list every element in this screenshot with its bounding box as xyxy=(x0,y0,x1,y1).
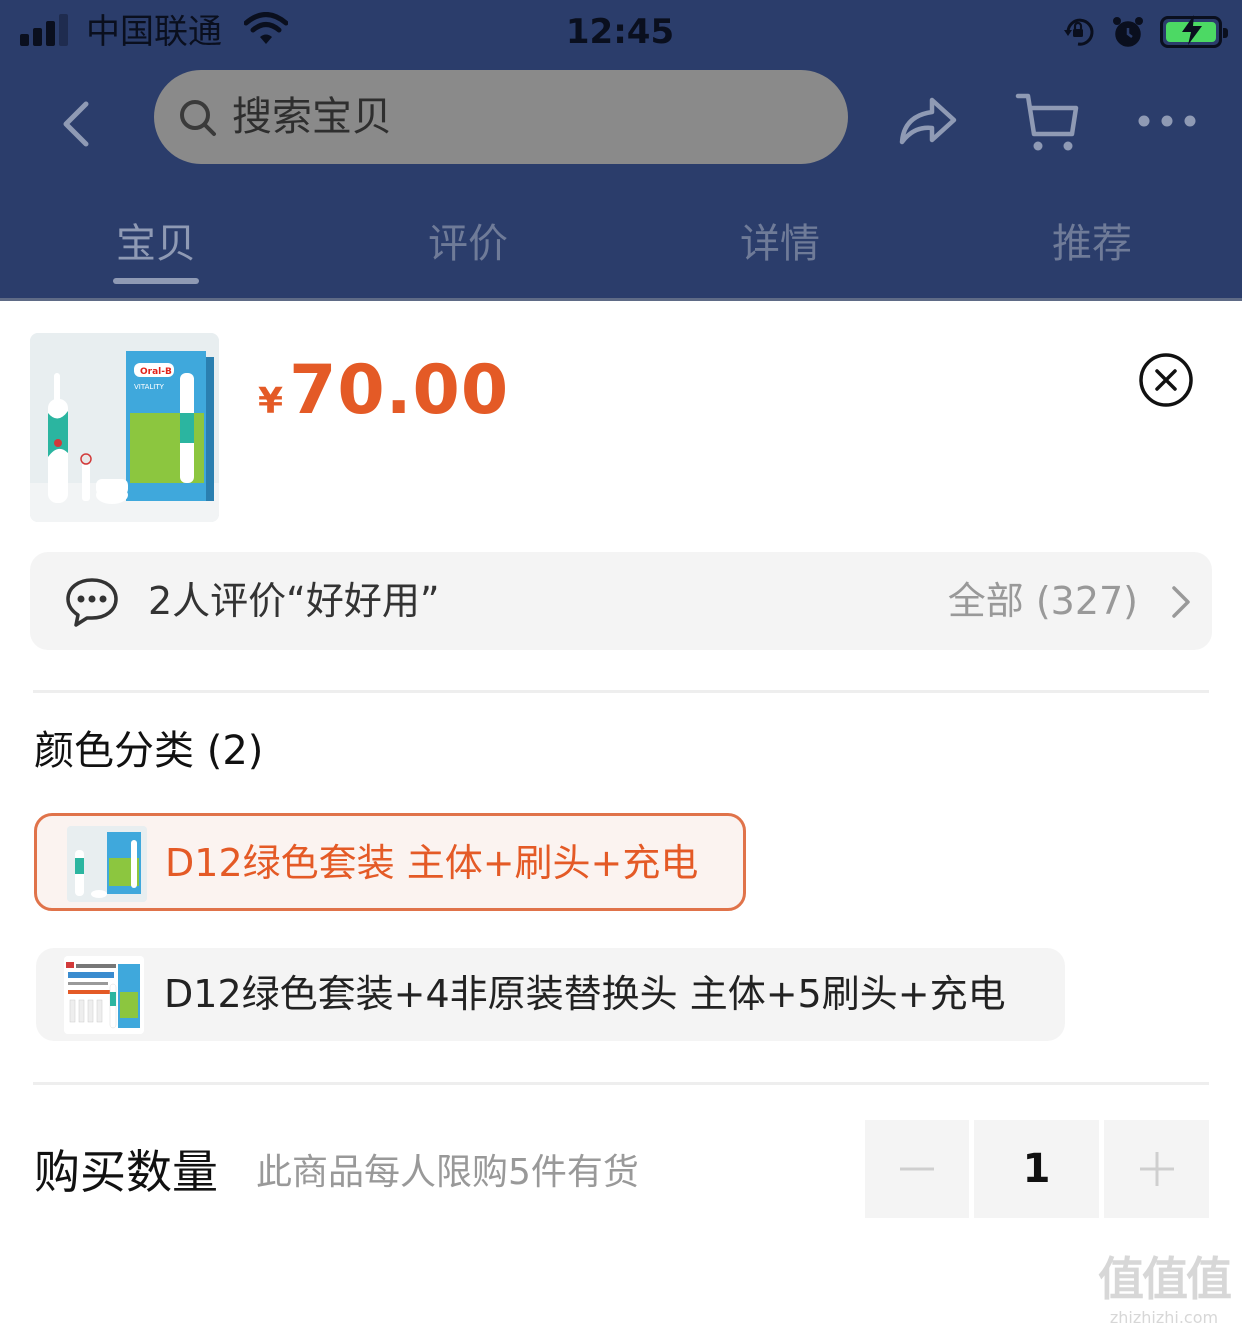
cart-icon[interactable] xyxy=(1012,86,1082,156)
product-thumbnail[interactable]: Oral-B VITALITY xyxy=(30,333,219,522)
box-brand-text: Oral-B xyxy=(140,367,172,377)
minus-icon xyxy=(900,1167,934,1171)
sku-option-thumbnail xyxy=(64,956,144,1034)
product-price: ¥70.00 xyxy=(258,351,509,430)
decrease-quantity-button[interactable] xyxy=(865,1120,969,1218)
color-section-title: 颜色分类 (2) xyxy=(34,728,264,774)
navigation-bar: 搜索宝贝 xyxy=(0,64,1242,184)
all-reviews-link[interactable]: 全部 (327) xyxy=(948,574,1138,628)
orientation-lock-icon xyxy=(1064,18,1094,46)
currency-symbol: ¥ xyxy=(258,381,284,422)
carrier-name: 中国联通 xyxy=(86,12,222,52)
chevron-right-icon xyxy=(1172,586,1190,618)
wifi-icon xyxy=(244,12,288,44)
alarm-icon xyxy=(1113,17,1143,47)
clock: 12:45 xyxy=(565,12,675,52)
increase-quantity-button[interactable] xyxy=(1104,1120,1209,1218)
quantity-stepper: 1 xyxy=(865,1120,1209,1218)
watermark-url: zhizhizhi.com xyxy=(1109,1308,1219,1327)
quantity-value[interactable]: 1 xyxy=(974,1120,1099,1218)
sku-option-label: D12绿色套装 主体+刷头+充电 xyxy=(165,841,699,885)
battery-charging-icon xyxy=(1160,15,1228,48)
share-icon[interactable] xyxy=(892,86,962,156)
more-icon[interactable] xyxy=(1132,86,1202,156)
tab-bar: 宝贝 评价 详情 推荐 xyxy=(0,200,1242,298)
search-placeholder: 搜索宝贝 xyxy=(232,94,392,140)
watermark-glyphs: 值值值 xyxy=(1098,1252,1232,1306)
quantity-limit-note: 此商品每人限购5件有货 xyxy=(256,1152,639,1193)
quantity-title: 购买数量 xyxy=(34,1145,218,1199)
back-icon[interactable] xyxy=(50,92,106,156)
tab-recommend[interactable]: 推荐 xyxy=(1012,216,1172,272)
tab-reviews[interactable]: 评价 xyxy=(388,216,548,272)
price-value: 70.00 xyxy=(289,351,510,430)
search-icon xyxy=(180,100,216,136)
sku-selection-sheet: Oral-B VITALITY ¥70.00 2人评价“好好用” 全部 (327… xyxy=(0,298,1242,1340)
header-overlay: 中国联通 12:45 搜索宝贝 宝贝 评价 详情 推荐 xyxy=(0,0,1242,298)
search-input[interactable]: 搜索宝贝 xyxy=(154,70,848,164)
comment-icon xyxy=(66,578,118,627)
divider xyxy=(33,690,1209,693)
signal-icon xyxy=(20,14,72,46)
divider xyxy=(33,1082,1209,1085)
review-summary-bar[interactable]: 2人评价“好好用” 全部 (327) xyxy=(30,552,1212,650)
sku-option-label: D12绿色套装+4非原装替换头 主体+5刷头+充电 xyxy=(164,972,1006,1016)
sku-option[interactable]: D12绿色套装+4非原装替换头 主体+5刷头+充电 xyxy=(36,948,1065,1041)
sku-option-selected[interactable]: D12绿色套装 主体+刷头+充电 xyxy=(34,813,746,911)
tab-item[interactable]: 宝贝 xyxy=(76,216,236,272)
status-bar: 中国联通 12:45 xyxy=(0,0,1242,64)
plus-icon xyxy=(1139,1152,1174,1186)
tab-details[interactable]: 详情 xyxy=(700,216,860,272)
active-tab-indicator xyxy=(113,278,199,284)
box-model-text: VITALITY xyxy=(134,383,165,391)
watermark-logo: 值值值 zhizhizhi.com xyxy=(1094,1250,1234,1334)
sku-option-thumbnail xyxy=(67,826,147,902)
review-highlight: 2人评价“好好用” xyxy=(148,579,440,623)
close-icon[interactable] xyxy=(1138,352,1194,408)
